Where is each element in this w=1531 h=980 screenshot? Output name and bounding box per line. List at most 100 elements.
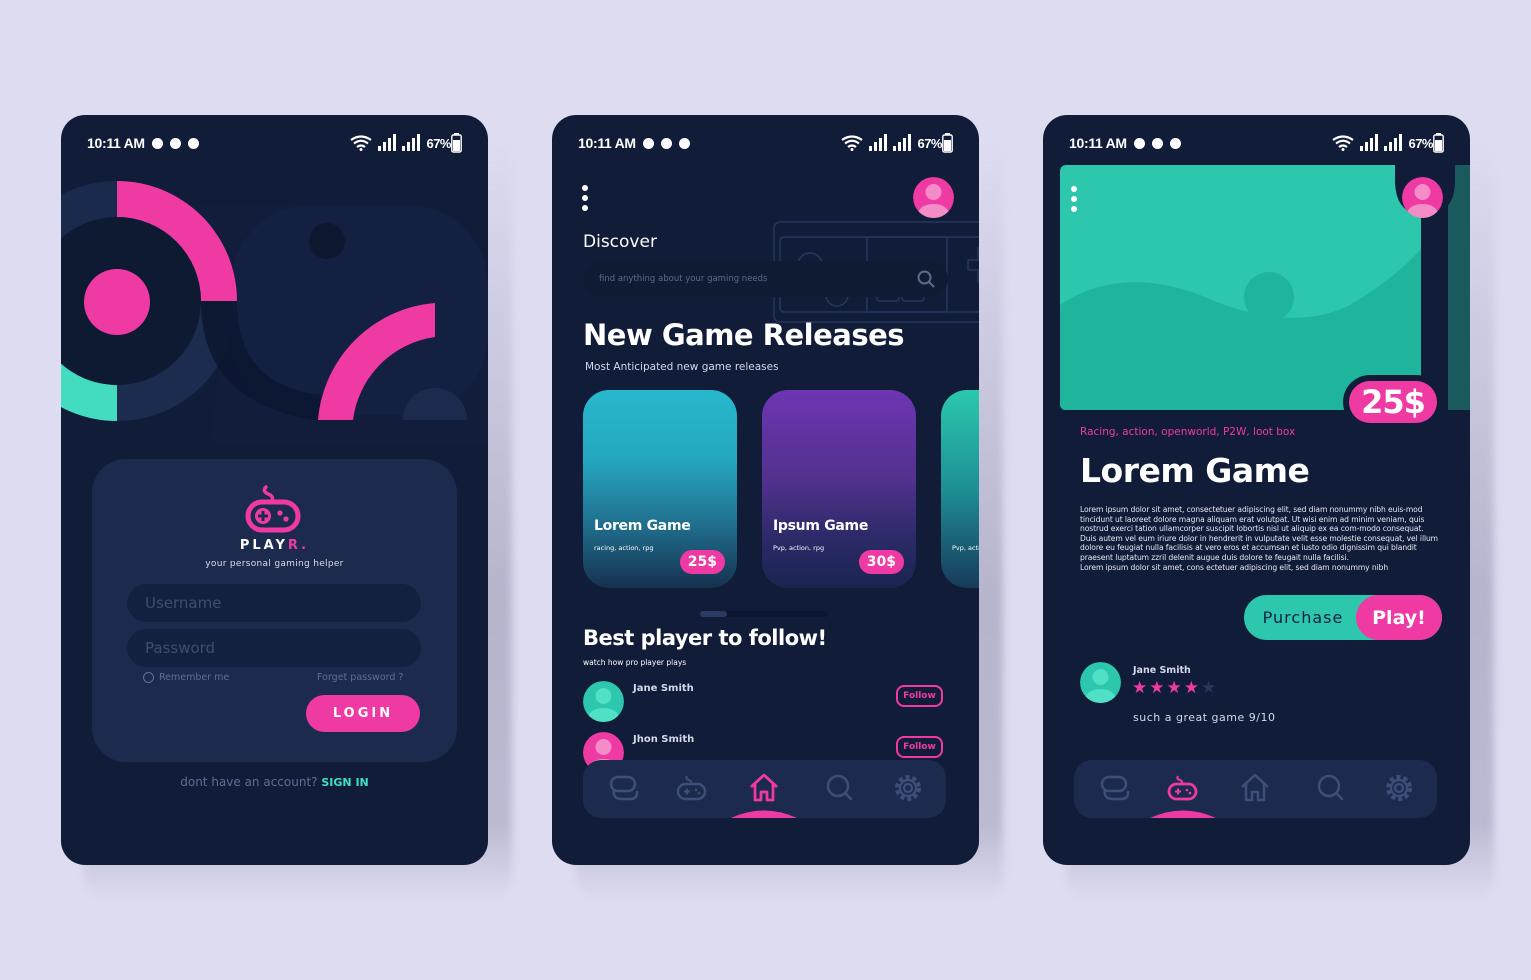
notification-dot-icon xyxy=(1151,137,1163,149)
status-bar: 10:11 AM 67% xyxy=(1069,133,1444,153)
kebab-menu-icon[interactable] xyxy=(582,185,588,211)
login-button[interactable]: LOGIN xyxy=(306,695,420,732)
player-name: Jane Smith xyxy=(633,683,694,694)
description-paragraph: Lorem ipsum dolor sit amet, consectetuer… xyxy=(1080,505,1438,562)
search-icon[interactable] xyxy=(1315,772,1347,804)
notification-dot-icon xyxy=(1169,137,1181,149)
star-filled-icon: ★ xyxy=(1166,678,1182,698)
battery-percent: 67% xyxy=(1408,135,1433,151)
signal-icon xyxy=(893,134,912,151)
play-button[interactable]: Play! xyxy=(1356,595,1442,640)
notification-dot-icon xyxy=(660,137,672,149)
player-list-item: Jane Smith Follow xyxy=(583,681,943,725)
status-time: 10:11 AM xyxy=(578,135,636,151)
game-card[interactable]: Lorem Game racing, action, rpg 25$ xyxy=(583,390,737,588)
settings-icon[interactable] xyxy=(1383,772,1415,804)
reviewer-name: Jane Smith xyxy=(1133,665,1191,676)
gamepad-icon[interactable] xyxy=(1166,772,1198,804)
star-filled-icon: ★ xyxy=(1149,678,1165,698)
discover-screen: 10:11 AM 67% Discover New Game R xyxy=(552,115,979,865)
home-icon[interactable] xyxy=(748,772,780,804)
game-tags: Pvp, action, rpg xyxy=(952,544,979,552)
gamepad-icon[interactable] xyxy=(675,772,707,804)
best-players-title: Best player to follow! xyxy=(583,626,827,650)
search-icon[interactable] xyxy=(824,772,856,804)
follow-button[interactable]: Follow xyxy=(896,736,943,758)
sign-in-link[interactable]: SIGN IN xyxy=(321,776,368,789)
notification-dot-icon xyxy=(678,137,690,149)
game-tags: Pvp, action, rpg xyxy=(773,544,825,552)
game-title: Lorem Game xyxy=(594,518,691,534)
price-badge: 25$ xyxy=(679,550,725,574)
chat-icon[interactable] xyxy=(608,772,640,804)
status-time: 10:11 AM xyxy=(1069,135,1127,151)
review-item: Jane Smith ★ ★ ★ ★ ★ such a great game 9/10 xyxy=(1080,660,1440,730)
game-title: Ipsum Game xyxy=(773,518,869,534)
carousel-scrollbar-thumb[interactable] xyxy=(700,611,727,617)
kebab-menu-icon[interactable] xyxy=(1071,186,1077,212)
home-icon[interactable] xyxy=(1239,772,1271,804)
game-description: Lorem ipsum dolor sit amet, consectetuer… xyxy=(1080,505,1440,572)
wifi-icon xyxy=(1332,135,1355,151)
player-name: Jhon Smith xyxy=(633,734,695,745)
signup-prompt: dont have an account? SIGN IN xyxy=(61,775,488,789)
username-input[interactable] xyxy=(127,584,421,622)
signal-icon xyxy=(1384,134,1403,151)
forgot-password-link[interactable]: Forget password ? xyxy=(317,672,403,683)
price-label: 25$ xyxy=(1349,381,1437,423)
notification-dot-icon xyxy=(1133,137,1145,149)
radio-icon[interactable] xyxy=(143,672,154,683)
remember-me-label: Remember me xyxy=(159,672,230,683)
price-badge: 25$ xyxy=(1343,375,1443,429)
remember-me-checkbox[interactable]: Remember me xyxy=(143,672,229,683)
new-releases-title: New Game Releases xyxy=(583,318,905,352)
brand-main: PLAY xyxy=(239,538,288,553)
game-title: Lorem Game xyxy=(1080,451,1310,490)
gamepad-icon xyxy=(245,485,301,533)
tagline: your personal gaming helper xyxy=(205,559,344,569)
no-account-text: dont have an account? xyxy=(180,775,318,789)
player-avatar xyxy=(583,681,624,722)
notification-dot-icon xyxy=(642,137,654,149)
login-screen: 10:11 AM 67% PLAYR. your personal gaming… xyxy=(61,115,488,865)
new-releases-subtitle: Most Anticipated new game releases xyxy=(585,361,779,373)
settings-icon[interactable] xyxy=(892,772,924,804)
game-card[interactable]: Ipsum Game Pvp, action, rpg 30$ xyxy=(762,390,916,588)
search-bar[interactable] xyxy=(583,261,948,297)
brand-accent: R. xyxy=(287,538,310,553)
active-tab-indicator xyxy=(1150,810,1216,818)
user-avatar-icon[interactable] xyxy=(1402,177,1443,218)
bottom-nav xyxy=(583,760,946,818)
status-bar: 10:11 AM 67% xyxy=(578,133,953,153)
search-icon[interactable] xyxy=(916,269,936,289)
description-paragraph: Lorem ipsum dolor sit amet, cons ectetue… xyxy=(1080,562,1389,572)
wifi-icon xyxy=(841,135,864,151)
chat-icon[interactable] xyxy=(1099,772,1131,804)
signal-icon xyxy=(869,134,888,151)
user-avatar-icon[interactable] xyxy=(913,177,954,218)
star-rating: ★ ★ ★ ★ ★ xyxy=(1132,680,1216,697)
action-buttons: Purchase Play! xyxy=(1244,595,1442,640)
password-input[interactable] xyxy=(127,629,421,667)
battery-icon xyxy=(1433,133,1444,153)
game-card[interactable]: Pvp, action, rpg xyxy=(941,390,979,588)
battery-percent: 67% xyxy=(917,135,942,151)
search-input[interactable] xyxy=(599,261,899,297)
decorative-shapes xyxy=(61,181,488,445)
discover-heading: Discover xyxy=(583,232,657,252)
star-filled-icon: ★ xyxy=(1183,678,1199,698)
brand-name: PLAYR. xyxy=(61,538,488,553)
best-players-subtitle: watch how pro player plays xyxy=(583,658,687,667)
follow-button[interactable]: Follow xyxy=(896,685,943,707)
reviewer-avatar xyxy=(1080,662,1121,703)
active-tab-indicator xyxy=(731,810,797,818)
game-tags: racing, action, rpg xyxy=(594,544,654,552)
game-tags: Racing, action, openworld, P2W, loot box xyxy=(1080,426,1296,438)
review-text: such a great game 9/10 xyxy=(1133,711,1276,724)
game-detail-screen: 10:11 AM 67% 25$ Racing, action, openwor… xyxy=(1043,115,1470,865)
purchase-button[interactable]: Purchase xyxy=(1244,595,1362,640)
star-filled-icon: ★ xyxy=(1132,678,1148,698)
battery-icon xyxy=(942,133,953,153)
price-badge: 30$ xyxy=(858,550,904,574)
bottom-nav xyxy=(1074,760,1437,818)
